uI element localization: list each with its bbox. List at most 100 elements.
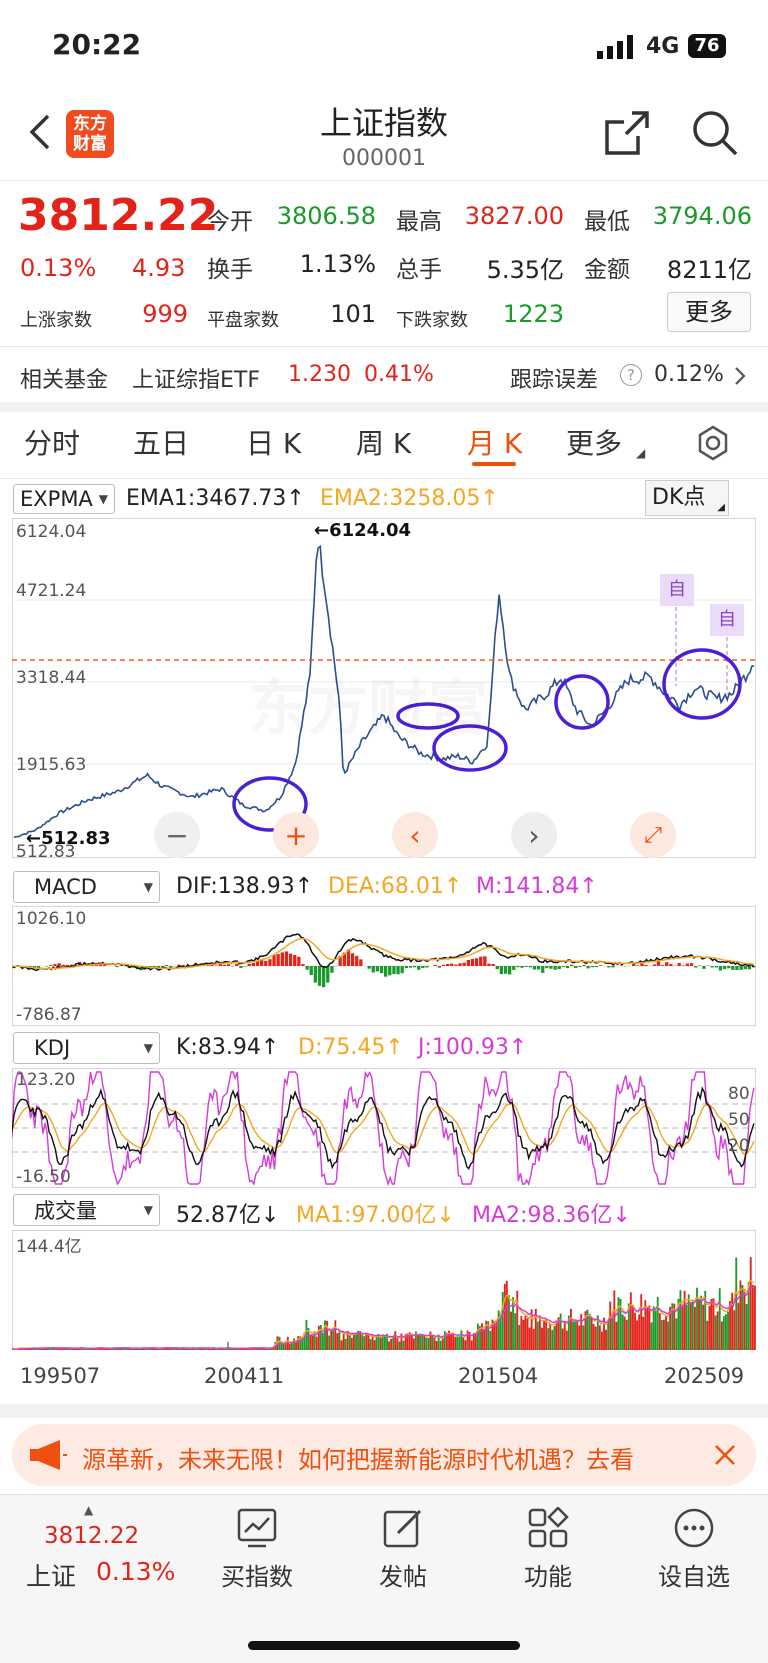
stat-value-open: 3806.58 xyxy=(276,202,376,230)
kdj-level-20: 20 xyxy=(728,1136,750,1156)
nav-post[interactable]: 发帖 xyxy=(343,1557,463,1592)
macd-bar xyxy=(326,966,330,983)
volume-bar xyxy=(427,1337,430,1350)
price-axis-label-4: 1915.63 xyxy=(16,755,87,775)
volume-bar xyxy=(679,1290,682,1350)
more-stats-label: 更多 xyxy=(685,298,733,326)
collapse-up-icon[interactable]: ▲ xyxy=(84,1503,93,1517)
megaphone-icon xyxy=(30,1440,67,1470)
ema1-readout: EMA1:3467.73↑ xyxy=(126,486,305,511)
active-tab-indicator xyxy=(472,462,516,466)
home-indicator xyxy=(248,1641,520,1650)
functions-icon[interactable] xyxy=(527,1507,569,1549)
stat-value-volume: 5.35亿 xyxy=(486,256,564,284)
flat-count-value: 101 xyxy=(330,300,376,328)
volume-bar xyxy=(700,1295,703,1350)
volume-bar xyxy=(532,1328,535,1350)
volume-bar xyxy=(733,1310,736,1350)
help-icon[interactable]: ? xyxy=(620,364,642,386)
main-indicator-label: EXPMA xyxy=(20,487,93,511)
volume-bar xyxy=(613,1290,616,1350)
volume-bar xyxy=(472,1333,475,1350)
promo-banner[interactable]: 源革新，未来无限！如何把握新能源时代机遇？去看 xyxy=(12,1424,756,1486)
kdj-indicator-select[interactable]: KDJ ▼ xyxy=(13,1032,160,1064)
dropdown-caret-icon: ▼ xyxy=(98,492,108,506)
macd-bar xyxy=(243,966,247,967)
nav-buy-index[interactable]: 买指数 xyxy=(197,1557,317,1592)
tab-five-day[interactable]: 五日 xyxy=(133,422,189,462)
macd-bar xyxy=(421,966,425,968)
volume-bar xyxy=(590,1318,593,1350)
stat-label-amount: 金额 xyxy=(584,257,630,283)
tab-intraday[interactable]: 分时 xyxy=(24,422,80,462)
macd-bar xyxy=(495,966,499,970)
fund-price: 1.230 xyxy=(288,362,351,387)
volume-bar xyxy=(547,1328,550,1350)
d-value: D:75.45 xyxy=(298,1035,386,1060)
volume-bar xyxy=(706,1320,709,1350)
macd-bar xyxy=(280,952,284,966)
stat-label-open: 今开 xyxy=(207,209,253,235)
vol-ma1-readout: MA1:97.00亿↓ xyxy=(296,1197,455,1229)
macd-bar xyxy=(656,961,661,966)
volume-bar xyxy=(716,1311,719,1350)
main-indicator-select[interactable]: EXPMA ▼ xyxy=(13,484,115,514)
macd-bar xyxy=(293,955,297,966)
share-icon[interactable] xyxy=(604,110,650,156)
related-fund-row[interactable]: 相关基金 上证综指ETF 1.230 0.41% 跟踪误差 ? 0.12% xyxy=(0,350,768,400)
macd-bar xyxy=(536,966,541,970)
volume-bar xyxy=(359,1331,362,1350)
zoom-out-button[interactable]: − xyxy=(154,812,200,858)
stat-value-turnover: 1.13% xyxy=(299,250,376,278)
nav-add-watchlist[interactable]: 设自选 xyxy=(634,1557,754,1592)
tab-more[interactable]: 更多 xyxy=(566,422,622,462)
macd-bar xyxy=(388,966,392,976)
self-mark-badge[interactable]: 自 xyxy=(710,604,744,636)
volume-bar xyxy=(443,1331,446,1350)
macd-bar xyxy=(375,966,379,972)
volume-bar xyxy=(297,1336,300,1350)
dk-point-label: DK点 xyxy=(652,485,706,510)
volume-bar xyxy=(745,1304,748,1350)
volume-chart[interactable] xyxy=(12,1230,756,1350)
dropdown-caret-icon: ▼ xyxy=(143,880,153,894)
volume-bar xyxy=(350,1337,353,1350)
tab-daily-k[interactable]: 日 K xyxy=(246,422,301,462)
annotation-circle xyxy=(662,648,742,720)
more-dots-icon[interactable] xyxy=(673,1507,715,1549)
more-stats-button[interactable]: 更多 xyxy=(667,292,751,332)
volume-bar xyxy=(483,1330,486,1350)
down-arrow-icon: ↓ xyxy=(436,1203,455,1228)
volume-bar xyxy=(654,1310,657,1350)
kdj-chart[interactable] xyxy=(12,1068,756,1188)
up-arrow-icon: ↑ xyxy=(385,1035,404,1060)
macd-bar xyxy=(322,966,326,988)
volume-indicator-select[interactable]: 成交量 ▼ xyxy=(13,1194,160,1226)
macd-indicator-select[interactable]: MACD ▼ xyxy=(13,871,160,903)
scroll-right-button[interactable]: › xyxy=(511,812,557,858)
dk-point-button[interactable]: DK点 ◢ xyxy=(645,480,729,516)
post-icon[interactable] xyxy=(382,1507,424,1549)
macd-bar xyxy=(412,966,417,968)
macd-bar xyxy=(396,966,400,975)
macd-bar xyxy=(268,959,272,966)
fullscreen-button[interactable]: ⤢ xyxy=(630,812,676,858)
macd-bar xyxy=(479,956,483,966)
macd-chart[interactable] xyxy=(12,906,756,1026)
volume-bar xyxy=(696,1287,698,1350)
tab-monthly-k[interactable]: 月 K xyxy=(467,422,522,462)
last-price: 3812.22 xyxy=(18,190,219,241)
zoom-in-button[interactable]: + xyxy=(273,812,319,858)
search-icon[interactable] xyxy=(692,110,738,156)
tab-weekly-k[interactable]: 周 K xyxy=(356,422,411,462)
gear-icon[interactable] xyxy=(694,424,732,462)
volume-bar xyxy=(501,1292,504,1350)
volume-value: 52.87亿 xyxy=(176,1203,261,1228)
buy-index-icon[interactable] xyxy=(236,1507,278,1549)
macd-bar xyxy=(586,966,590,969)
nav-functions[interactable]: 功能 xyxy=(488,1557,608,1592)
self-mark-badge[interactable]: 自 xyxy=(660,574,694,606)
close-icon[interactable] xyxy=(714,1444,736,1466)
scroll-left-button[interactable]: ‹ xyxy=(392,812,438,858)
back-chevron-icon[interactable] xyxy=(28,112,52,152)
